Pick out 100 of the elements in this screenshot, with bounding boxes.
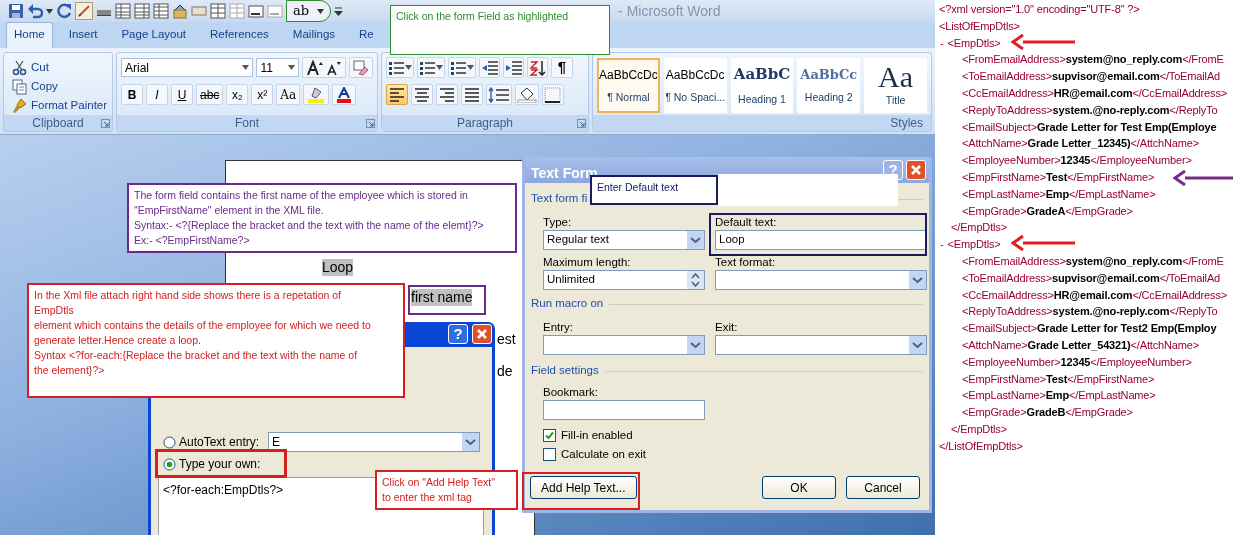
paragraph-button[interactable]: [503, 57, 524, 78]
default-text-field[interactable]: Loop: [715, 230, 927, 250]
xml-line: <CcEmailAddress>HR@email.com</CcEmailAddress>: [961, 287, 1228, 303]
style-gallery-item[interactable]: AaBbCcDc ¶ Normal: [597, 58, 660, 113]
font-size-field[interactable]: 11: [256, 58, 300, 77]
clear-format-button[interactable]: [349, 57, 373, 78]
grow-font-button[interactable]: [302, 57, 347, 78]
list-button[interactable]: [386, 57, 414, 78]
xml-tag: </EmpDtls>: [951, 422, 1007, 435]
autotext-field[interactable]: E: [268, 432, 480, 452]
collapse-toggle[interactable]: -: [940, 238, 944, 251]
bookmark-field[interactable]: [543, 400, 705, 420]
dialog-launcher-icon[interactable]: [366, 119, 375, 128]
save-icon[interactable]: [8, 3, 24, 19]
dialog-button[interactable]: Add Help Text...: [530, 476, 637, 499]
font-family-field[interactable]: Arial: [121, 58, 254, 77]
format-button[interactable]: x₂: [226, 84, 249, 105]
exit-dropdown[interactable]: [715, 335, 927, 355]
caret-icon[interactable]: [317, 8, 325, 14]
ribbon-command[interactable]: Format Painter: [12, 96, 108, 115]
redo-icon[interactable]: [56, 3, 72, 19]
ribbon-command[interactable]: Copy: [12, 77, 58, 96]
ribbon-command[interactable]: Cut: [12, 58, 49, 77]
line-spacing-button[interactable]: [486, 84, 512, 105]
help-button[interactable]: ?: [448, 324, 468, 344]
style-gallery-item[interactable]: AaBbCcDc ¶ No Spaci...: [663, 58, 727, 113]
field-label: Text format:: [715, 255, 777, 270]
style-gallery-item[interactable]: Aa Title: [864, 58, 927, 113]
bullets-icon: [388, 59, 405, 76]
caret-icon[interactable]: [46, 8, 53, 14]
highlight-button[interactable]: [303, 84, 330, 105]
list-button[interactable]: [448, 57, 476, 78]
paragraph-button[interactable]: [527, 57, 548, 78]
format-button[interactable]: I: [146, 84, 168, 105]
style-gallery-item[interactable]: AaBbC Heading 1: [730, 58, 794, 113]
format-button[interactable]: U: [171, 84, 193, 105]
checkbox[interactable]: [543, 429, 556, 442]
caret-icon: [288, 65, 296, 70]
xml-tag: <EmpDtls>: [947, 36, 1001, 49]
align-button[interactable]: [436, 84, 458, 105]
dialog-launcher-icon[interactable]: [577, 119, 586, 128]
caret-icon: [242, 65, 250, 70]
customize-icon[interactable]: [334, 6, 344, 16]
format-button[interactable]: B: [121, 84, 143, 105]
field-icon[interactable]: [267, 3, 283, 19]
entry-dropdown[interactable]: [543, 335, 705, 355]
align-button[interactable]: [386, 84, 408, 105]
table-icon[interactable]: [210, 3, 226, 19]
close-button[interactable]: [472, 324, 492, 344]
xml-line: <EmpFirstName>Test</EmpFirstName>: [961, 371, 1155, 387]
multilevel-list-icon: [450, 59, 467, 76]
list-button[interactable]: [417, 57, 445, 78]
field-icon[interactable]: [248, 3, 264, 19]
pencil-icon[interactable]: [75, 2, 93, 20]
format-button[interactable]: Aa: [276, 84, 301, 105]
window-title: - Microsoft Word: [618, 1, 721, 21]
dialog-launcher-icon[interactable]: [101, 119, 110, 128]
radio-button[interactable]: [163, 457, 176, 471]
table-icon[interactable]: [115, 3, 131, 19]
line-spacing-icon: [488, 86, 510, 103]
ribbon-tab[interactable]: Mailings: [284, 21, 344, 48]
ribbon-tab[interactable]: Page Layout: [113, 21, 195, 48]
section-heading: Text form fi: [531, 191, 588, 207]
field-icon[interactable]: [191, 3, 207, 19]
checkbox-label: Fill-in enabled: [561, 427, 633, 443]
align-button[interactable]: [411, 84, 433, 105]
show-marks-button[interactable]: ¶: [551, 57, 573, 78]
callout-note: In the Xml file attach right hand side shows there is a repetation of EmpDtls element which contains the details of the employee for which we need to generate letter.Hence create a loop. Syntax <?for-each:{Replace the bracket and the text with the name of the element}?>: [27, 283, 405, 398]
type-dropdown[interactable]: Regular text: [543, 230, 705, 250]
ribbon-tab[interactable]: References: [202, 21, 277, 48]
dialog-button[interactable]: Cancel: [846, 476, 920, 499]
text-format-dropdown[interactable]: [715, 270, 927, 290]
checkbox[interactable]: [543, 448, 556, 461]
font-color-button[interactable]: [332, 84, 357, 105]
table-icon[interactable]: [153, 3, 169, 19]
xml-line: <EmpFirstName>Test</EmpFirstName>: [961, 169, 1155, 185]
xml-line: <EmployeeNumber>12345</EmployeeNumber>: [961, 153, 1192, 169]
format-button[interactable]: abc: [196, 84, 224, 105]
xml-line: <EmployeeNumber>12345</EmployeeNumber>: [961, 354, 1192, 370]
table-icon[interactable]: [134, 3, 150, 19]
shading-button[interactable]: [515, 84, 539, 105]
format-button[interactable]: x²: [251, 84, 274, 105]
scissors-icon: [12, 59, 27, 76]
sort-icon: [529, 59, 546, 76]
ribbon-tab[interactable]: Re: [351, 21, 382, 48]
collapse-toggle[interactable]: -: [940, 36, 944, 49]
max-length-field[interactable]: Unlimited: [543, 270, 705, 290]
xml-line: <ReplyToAddress>system.@no-reply.com</ReplyTo: [961, 304, 1218, 320]
style-gallery-item[interactable]: AaBbCc Heading 2: [797, 58, 861, 113]
align-button[interactable]: [461, 84, 483, 105]
dialog-button[interactable]: OK: [762, 476, 836, 499]
ribbon-tab[interactable]: Home: [6, 21, 53, 48]
radio-button[interactable]: [163, 435, 176, 449]
close-button[interactable]: [906, 160, 926, 180]
document-text: de: [497, 363, 513, 380]
ribbon-tab[interactable]: Insert: [60, 21, 106, 48]
borders-button[interactable]: [542, 84, 564, 105]
form-field-button[interactable]: ab: [286, 0, 332, 22]
undo-icon[interactable]: [27, 3, 43, 19]
paragraph-button[interactable]: [479, 57, 500, 78]
